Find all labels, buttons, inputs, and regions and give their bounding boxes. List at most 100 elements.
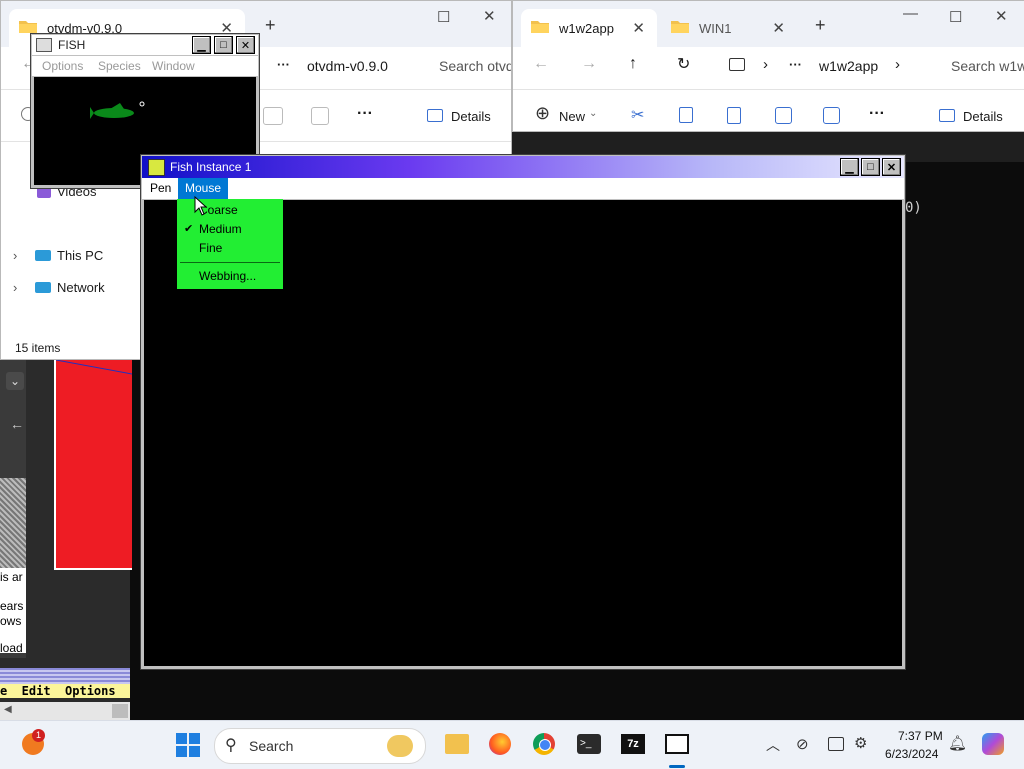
maximize-button[interactable]: □ [214, 36, 233, 54]
paste-icon[interactable] [727, 107, 741, 124]
menu-window[interactable]: Window [152, 59, 195, 73]
close-icon[interactable]: ✕ [772, 19, 785, 37]
7zip-icon[interactable]: 7z [621, 734, 645, 754]
chevron-right-icon[interactable]: › [895, 56, 900, 73]
chevron-right-icon[interactable]: › [763, 56, 768, 73]
legacy-menubar: e Edit Options [0, 668, 130, 698]
forward-arrow-icon[interactable]: → [581, 55, 597, 73]
explorer-right-command-bar: ⊕ New ⌄ ✂ ··· Details [513, 97, 1024, 131]
menu-pen[interactable]: Pen [150, 181, 171, 195]
taskbar-search-label: Search [249, 738, 294, 754]
details-button[interactable]: Details [451, 109, 491, 124]
app-running-icon[interactable] [665, 734, 689, 754]
divider [513, 89, 1024, 90]
chevron-right-icon[interactable]: › [13, 248, 17, 263]
close-icon[interactable]: ✕ [632, 19, 645, 37]
fish-instance-titlebar: Fish Instance 1 ▁ □ ✕ [142, 156, 904, 178]
explorer-window-right: w1w2app ✕ WIN1 ✕ + — ☐ ✕ ← → ↑ ↻ › ··· w… [512, 0, 1024, 132]
details-pane-icon [939, 109, 955, 122]
dither-pattern [0, 478, 26, 568]
tab-win1[interactable]: WIN1 ✕ [661, 9, 797, 47]
chevron-down-icon[interactable]: ⌄ [6, 372, 24, 390]
search-input[interactable]: Search otvd [439, 58, 511, 74]
fish-instance-menubar: Pen Mouse [142, 178, 904, 199]
terminal-output-fragment: 0) [905, 200, 922, 216]
close-button[interactable]: ✕ [236, 36, 255, 54]
minimize-icon[interactable]: — [903, 5, 918, 22]
fish-app-icon[interactable] [148, 159, 165, 176]
taskbar-search-box[interactable]: ⚲ Search [214, 728, 426, 764]
address-folder[interactable]: w1w2app [819, 58, 878, 74]
nav-item-network[interactable]: Network [57, 280, 105, 295]
menu-species[interactable]: Species [98, 59, 141, 73]
menu-options[interactable]: Options [42, 59, 83, 73]
back-arrow-icon[interactable]: ← [533, 55, 549, 73]
legacy-text-1: is ar [0, 570, 23, 584]
new-tab-icon[interactable]: + [815, 15, 826, 36]
more-options-icon[interactable]: ··· [869, 105, 885, 123]
refresh-icon[interactable]: ↻ [677, 54, 690, 74]
fish-window-title: FISH [58, 38, 86, 52]
language-icon[interactable]: ⚙ [854, 734, 867, 752]
file-explorer-icon[interactable] [445, 734, 469, 754]
restore-icon[interactable]: ☐ [437, 8, 450, 26]
legacy-scrollbar[interactable]: ◀ [0, 702, 130, 720]
search-highlight-icon [387, 735, 413, 757]
this-pc-icon[interactable] [729, 58, 745, 71]
rename-icon[interactable] [263, 107, 283, 125]
new-tab-icon[interactable]: + [265, 15, 276, 36]
back-arrow-icon[interactable]: ← [10, 416, 24, 432]
chrome-icon[interactable] [533, 733, 555, 755]
more-path-icon[interactable]: ··· [789, 57, 802, 72]
menu-item-fine[interactable]: Fine [199, 241, 222, 255]
close-window-icon[interactable]: ✕ [995, 7, 1008, 25]
legacy-menu-strip[interactable]: e Edit Options [0, 684, 130, 698]
terminal-icon[interactable]: >_ [577, 734, 601, 754]
up-arrow-icon[interactable]: ↑ [629, 55, 637, 73]
minimize-button[interactable]: ▁ [840, 158, 859, 176]
fish-menubar: Options Species Window [32, 56, 258, 76]
rename-icon[interactable] [775, 107, 792, 124]
menu-separator [180, 262, 280, 263]
status-item-count: 15 items [15, 341, 61, 355]
system-menu-icon[interactable] [36, 38, 52, 52]
network-offline-icon[interactable]: ⊘ [796, 735, 809, 753]
windows-start-icon[interactable] [176, 733, 200, 757]
share-icon[interactable] [311, 107, 329, 125]
maximize-button[interactable]: □ [861, 158, 880, 176]
new-plus-icon[interactable]: ⊕ [535, 103, 550, 124]
taskbar-date[interactable]: 6/23/2024 [885, 747, 938, 761]
nav-item-this-pc[interactable]: This PC [57, 248, 103, 263]
share-icon[interactable] [823, 107, 840, 124]
close-window-icon[interactable]: ✕ [483, 7, 496, 25]
notifications-bell-icon[interactable]: 🔔︎ [948, 734, 967, 752]
chevron-up-icon[interactable]: ︿ [766, 735, 780, 755]
more-path-icon[interactable]: ··· [277, 57, 290, 72]
restore-icon[interactable]: ☐ [949, 8, 962, 26]
search-input[interactable]: Search w1w [951, 58, 1024, 74]
minimize-button[interactable]: ▁ [192, 36, 211, 54]
copy-icon[interactable] [679, 107, 693, 123]
tab-w1w2app[interactable]: w1w2app ✕ [521, 9, 657, 47]
this-pc-icon [35, 250, 51, 261]
chevron-down-icon[interactable]: ⌄ [589, 108, 597, 119]
new-button[interactable]: New [559, 109, 585, 124]
close-button[interactable]: ✕ [882, 158, 901, 176]
folder-icon [671, 21, 689, 33]
tab-label: w1w2app [559, 20, 614, 36]
copilot-icon[interactable] [982, 733, 1004, 755]
scroll-left-icon[interactable]: ◀ [4, 704, 12, 715]
menu-item-medium[interactable]: Medium [199, 222, 242, 236]
more-options-icon[interactable]: ··· [357, 105, 373, 123]
address-folder[interactable]: otvdm-v0.9.0 [307, 58, 388, 74]
menu-item-webbing[interactable]: Webbing... [199, 269, 256, 283]
cut-icon[interactable]: ✂ [631, 105, 644, 125]
firefox-icon[interactable] [489, 733, 511, 755]
details-button[interactable]: Details [963, 109, 1003, 124]
network-icon [35, 282, 51, 293]
taskbar-time[interactable]: 7:37 PM [898, 729, 943, 743]
display-icon[interactable] [828, 737, 844, 751]
explorer-right-address-row: ← → ↑ ↻ › ··· w1w2app › Search w1w [513, 47, 1024, 87]
scroll-thumb[interactable] [112, 704, 128, 718]
chevron-right-icon[interactable]: › [13, 280, 17, 295]
